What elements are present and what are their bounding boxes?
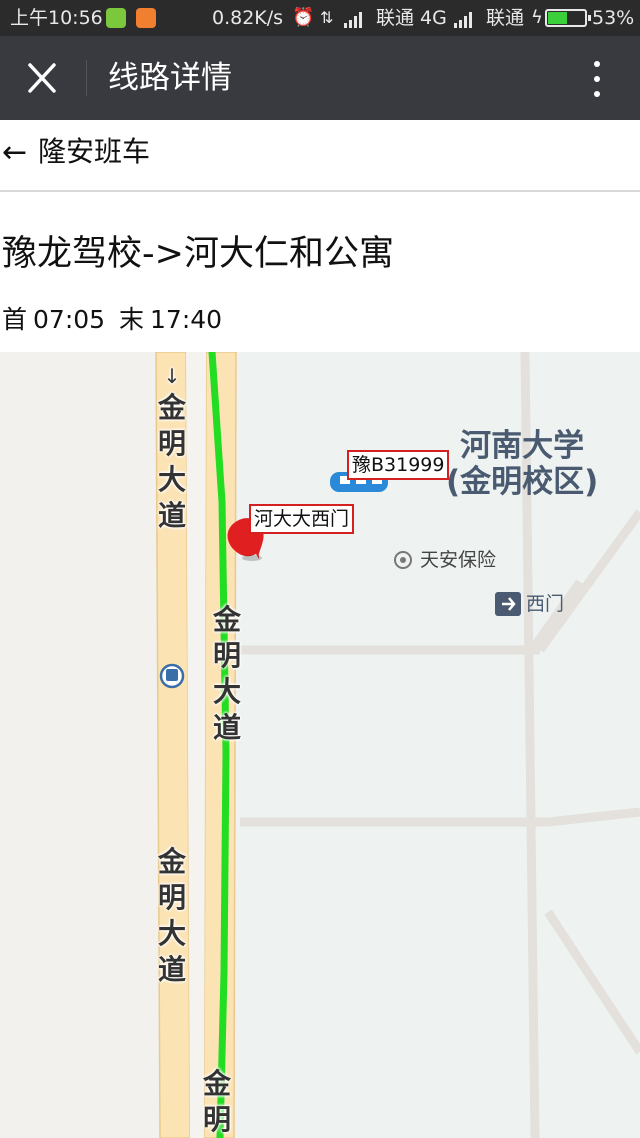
bus-plate-label[interactable]: 豫B31999 [347,450,450,480]
route-time: 首 07:05 末 17:40 [2,304,228,336]
data-transfer-icon: ⇅ [320,8,334,27]
status-time: 上午10:56 [10,7,103,29]
close-button[interactable] [12,50,72,106]
first-bus-time: 07:05 [33,305,106,334]
charging-icon: ϟ [531,7,543,28]
network-speed: 0.82K/s [212,7,284,29]
carrier-2: 联通 [486,7,525,29]
road-label-2: 金明大道 [212,603,241,744]
close-icon [28,63,56,93]
page-title: 线路详情 [108,60,232,96]
route-map[interactable]: ↓ 金明大道 金明大道 金明大道 金明 河南大学 (金明校区) 天安保险 西门 … [0,352,640,1138]
back-label: 隆安班车 [38,135,151,168]
title-divider [86,60,87,96]
route-name: 豫龙驾校->河大仁和公寓 [2,234,394,274]
last-bus-label: 末 [119,305,145,334]
battery-percent: 53% [592,7,635,29]
more-vertical-icon [594,61,600,67]
poi-west-gate[interactable]: 西门 [526,592,564,616]
campus-label: 河南大学 (金明校区) [446,428,599,500]
first-bus-label: 首 [2,305,28,334]
alarm-icon: ⏰ [292,7,315,28]
more-button[interactable] [572,54,622,104]
back-link[interactable]: ← 隆安班车 [0,120,640,192]
road-label-3: 金明大道 [157,845,186,986]
title-bar: 线路详情 [0,36,640,120]
gate-icon [495,592,521,616]
road-label-1: 金明大道 [157,391,186,532]
battery-icon [545,9,591,27]
signal-icon [344,12,362,28]
last-bus-time: 17:40 [150,305,223,334]
app-orange-icon [136,8,156,28]
status-bar: 上午10:56 0.82K/s ⏰ ⇅ 联通 4G 联通 ϟ 53% [0,0,640,36]
poi-insurance[interactable]: 天安保险 [420,548,496,572]
direction-arrow: ↓ [163,364,181,388]
road-label-4: 金明 [202,1067,231,1136]
carrier-1: 联通 4G [376,7,447,29]
bus-stop-icon [159,663,185,689]
stop-name-label[interactable]: 河大大西门 [249,504,355,534]
app-green-icon [106,8,126,28]
signal-icon-2 [454,12,472,28]
back-arrow-icon: ← [2,135,28,170]
